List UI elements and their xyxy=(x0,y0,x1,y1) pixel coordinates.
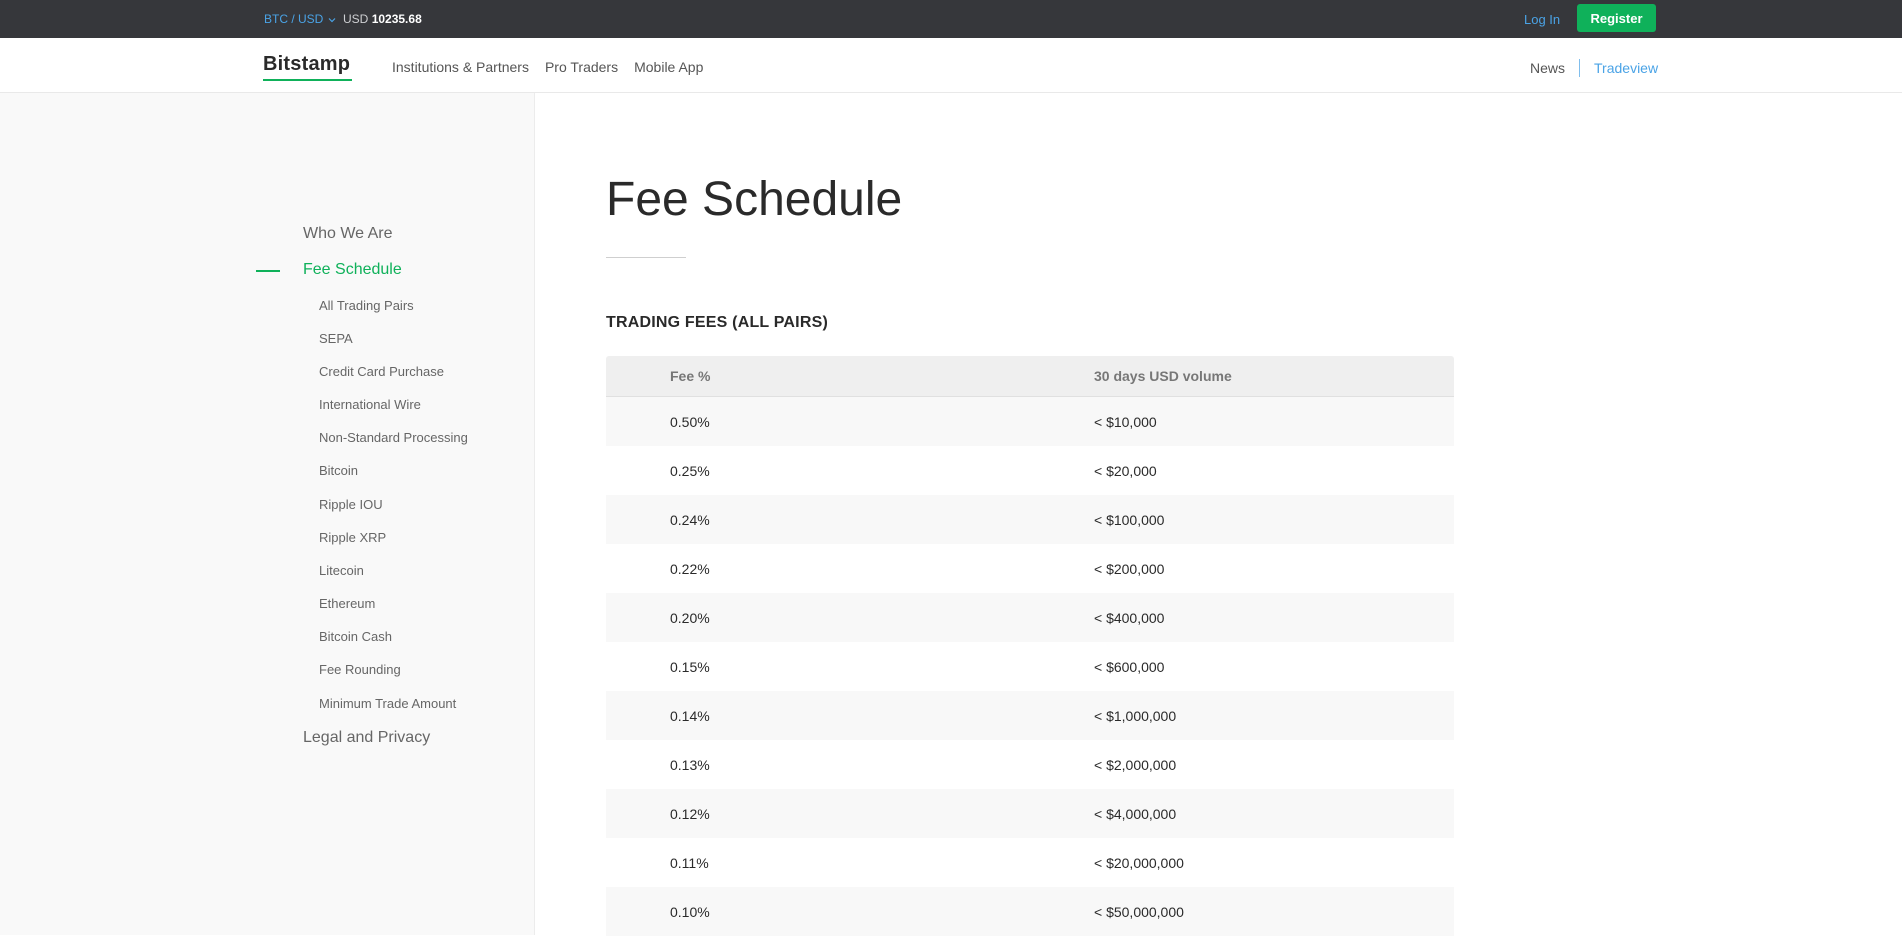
table-row: 0.13% < $2,000,000 xyxy=(606,740,1454,789)
main-nav: Bitstamp Institutions & Partners Pro Tra… xyxy=(0,38,1902,93)
table-row: 0.24% < $100,000 xyxy=(606,495,1454,544)
nav-link-mobile-app[interactable]: Mobile App xyxy=(634,59,703,75)
volume-cell: < $20,000,000 xyxy=(1094,855,1184,871)
volume-cell: < $2,000,000 xyxy=(1094,757,1177,773)
fee-cell: 0.15% xyxy=(670,659,710,675)
fee-cell: 0.13% xyxy=(670,757,710,773)
table-header: Fee % 30 days USD volume xyxy=(606,356,1454,397)
section-heading: TRADING FEES (ALL PAIRS) xyxy=(606,314,828,331)
sidebar-subitem-credit-card[interactable]: Credit Card Purchase xyxy=(319,364,444,379)
table-row: 0.50% < $10,000 xyxy=(606,397,1454,446)
fee-table: Fee % 30 days USD volume 0.50% < $10,000 … xyxy=(606,356,1454,936)
sidebar-item-who-we-are[interactable]: Who We Are xyxy=(303,225,393,243)
sidebar-subitem-ripple-iou[interactable]: Ripple IOU xyxy=(319,497,383,512)
active-indicator xyxy=(256,270,280,272)
fee-cell: 0.20% xyxy=(670,610,710,626)
nav-right: News Tradeview xyxy=(1530,59,1658,77)
fee-cell: 0.12% xyxy=(670,806,710,822)
volume-cell: < $50,000,000 xyxy=(1094,904,1184,920)
sidebar-subitem-litecoin[interactable]: Litecoin xyxy=(319,563,364,578)
nav-link-tradeview[interactable]: Tradeview xyxy=(1594,60,1658,76)
sidebar-item-fee-schedule[interactable]: Fee Schedule xyxy=(303,261,402,279)
sidebar-subitem-bitcoin[interactable]: Bitcoin xyxy=(319,463,358,478)
nav-link-institutions[interactable]: Institutions & Partners xyxy=(392,59,529,75)
volume-cell: < $10,000 xyxy=(1094,414,1157,430)
sidebar: Who We Are Fee Schedule All Trading Pair… xyxy=(0,93,535,935)
table-row: 0.11% < $20,000,000 xyxy=(606,838,1454,887)
title-divider xyxy=(606,257,686,258)
sidebar-subitem-sepa[interactable]: SEPA xyxy=(319,331,353,346)
table-row: 0.22% < $200,000 xyxy=(606,544,1454,593)
table-row: 0.10% < $50,000,000 xyxy=(606,887,1454,936)
fee-cell: 0.14% xyxy=(670,708,710,724)
volume-cell: < $600,000 xyxy=(1094,659,1165,675)
volume-cell: < $20,000 xyxy=(1094,463,1157,479)
nav-link-pro-traders[interactable]: Pro Traders xyxy=(545,59,618,75)
sidebar-subitem-ethereum[interactable]: Ethereum xyxy=(319,596,375,611)
table-row: 0.15% < $600,000 xyxy=(606,642,1454,691)
currency-pair-selector[interactable]: BTC / USD xyxy=(264,12,337,26)
nav-link-news[interactable]: News xyxy=(1530,60,1565,76)
table-row: 0.20% < $400,000 xyxy=(606,593,1454,642)
volume-cell: < $1,000,000 xyxy=(1094,708,1177,724)
nav-links: Institutions & Partners Pro Traders Mobi… xyxy=(392,59,703,75)
currency-pair-label: BTC / USD xyxy=(264,12,324,26)
sidebar-item-legal[interactable]: Legal and Privacy xyxy=(303,729,430,747)
chevron-down-icon xyxy=(327,14,337,24)
fee-cell: 0.10% xyxy=(670,904,710,920)
table-row: 0.12% < $4,000,000 xyxy=(606,789,1454,838)
price-value: 10235.68 xyxy=(371,12,422,26)
logo-underline xyxy=(263,79,352,81)
login-link[interactable]: Log In xyxy=(1524,12,1560,27)
top-bar: BTC / USD USD 10235.68 Log In Register xyxy=(0,0,1902,38)
bitstamp-logo[interactable]: Bitstamp xyxy=(263,53,350,76)
volume-cell: < $100,000 xyxy=(1094,512,1165,528)
sidebar-subitem-fee-rounding[interactable]: Fee Rounding xyxy=(319,662,401,677)
volume-cell: < $4,000,000 xyxy=(1094,806,1177,822)
fee-cell: 0.22% xyxy=(670,561,710,577)
column-header-volume: 30 days USD volume xyxy=(1094,368,1232,384)
table-body: 0.50% < $10,000 0.25% < $20,000 0.24% < $10… xyxy=(606,397,1454,936)
volume-cell: < $400,000 xyxy=(1094,610,1165,626)
sidebar-subitem-non-standard[interactable]: Non-Standard Processing xyxy=(319,430,468,445)
column-header-fee: Fee % xyxy=(670,368,711,384)
fee-cell: 0.24% xyxy=(670,512,710,528)
sidebar-subitem-ripple-xrp[interactable]: Ripple XRP xyxy=(319,530,386,545)
volume-cell: < $200,000 xyxy=(1094,561,1165,577)
price-currency: USD xyxy=(343,12,369,26)
sidebar-subitem-international-wire[interactable]: International Wire xyxy=(319,397,421,412)
sidebar-subitem-bitcoin-cash[interactable]: Bitcoin Cash xyxy=(319,629,392,644)
nav-divider xyxy=(1579,59,1581,77)
sidebar-subitem-all-trading-pairs[interactable]: All Trading Pairs xyxy=(319,298,414,313)
page-title: Fee Schedule xyxy=(606,173,903,226)
fee-cell: 0.50% xyxy=(670,414,710,430)
table-row: 0.25% < $20,000 xyxy=(606,446,1454,495)
fee-cell: 0.25% xyxy=(670,463,710,479)
table-row: 0.14% < $1,000,000 xyxy=(606,691,1454,740)
price-display: USD 10235.68 xyxy=(343,12,422,26)
register-button[interactable]: Register xyxy=(1577,4,1656,32)
fee-cell: 0.11% xyxy=(670,855,709,871)
sidebar-subitem-minimum-trade[interactable]: Minimum Trade Amount xyxy=(319,696,456,711)
